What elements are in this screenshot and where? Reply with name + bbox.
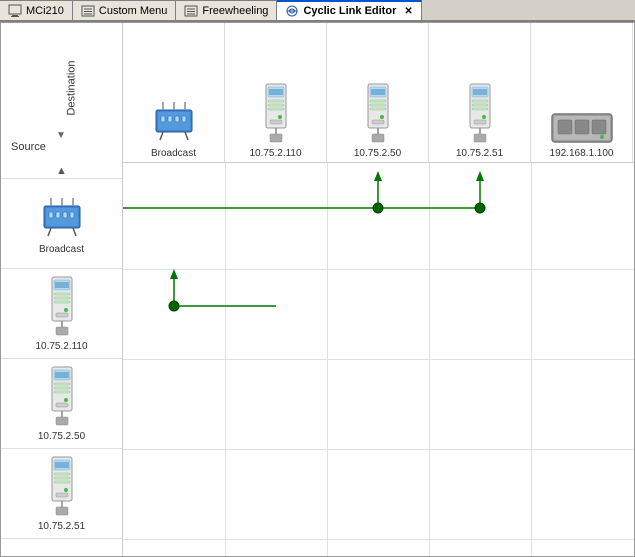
scroll-down-arrow[interactable]: ▼ [56, 130, 66, 141]
col-header-10.75.2.50: 10.75.2.50 [327, 23, 429, 162]
tab-bar: MCi210 Custom Menu [0, 0, 635, 22]
row-label-10.75.2.51-text: 10.75.2.51 [38, 521, 85, 532]
computer-icon [8, 4, 22, 18]
tab-freewheeling-label: Freewheeling [202, 5, 268, 17]
source-label: Source [11, 141, 46, 153]
server-10.75.2.50-icon [360, 82, 396, 148]
column-headers: Broadcast [123, 23, 633, 162]
row-label-10.75.2.110: 10.75.2.110 [1, 269, 122, 359]
corner-cell: Destination Source ▼ [1, 23, 123, 163]
destination-label: Destination [21, 33, 122, 143]
link-icon [285, 4, 299, 18]
broadcast-device-icon [148, 96, 200, 148]
scroll-up-arrow[interactable]: ▲ [1, 163, 122, 179]
col-header-10.75.2.51: 10.75.2.51 [429, 23, 531, 162]
menu-icon-2 [184, 4, 198, 18]
row-server-10.75.2.50-icon [44, 365, 80, 431]
matrix-area[interactable] [123, 163, 634, 556]
server-10.75.2.110-icon [258, 82, 294, 148]
tab-custom-menu[interactable]: Custom Menu [73, 0, 176, 20]
tab-cyclic-link-editor[interactable]: Cyclic Link Editor ✕ [277, 0, 421, 20]
row-server-10.75.2.110-icon [44, 275, 80, 341]
row-labels: ▲ Broa [1, 163, 123, 556]
row-label-10.75.2.110-text: 10.75.2.110 [35, 341, 87, 352]
tab-mci210[interactable]: MCi210 [0, 0, 73, 20]
col-header-broadcast: Broadcast [123, 23, 225, 162]
tab-cyclic-link-editor-label: Cyclic Link Editor [303, 5, 396, 17]
tab-custom-menu-label: Custom Menu [99, 5, 167, 17]
row-broadcast-icon [36, 192, 88, 244]
row-label-broadcast: Broadcast [1, 179, 122, 269]
col-label-10.75.2.110: 10.75.2.110 [249, 148, 301, 159]
col-label-10.75.2.50: 10.75.2.50 [354, 148, 401, 159]
row-server-10.75.2.51-icon [44, 455, 80, 521]
row-label-10.75.2.50: 10.75.2.50 [1, 359, 122, 449]
col-label-192.168.1.100: 192.168.1.100 [550, 148, 614, 159]
col-header-10.75.2.110: 10.75.2.110 [225, 23, 327, 162]
row-label-192.168.1.100: ▼ [1, 539, 122, 556]
bottom-section: ▲ Broa [1, 163, 634, 556]
tab-freewheeling[interactable]: Freewheeling [176, 0, 277, 20]
nas-192.168.1.100-icon [550, 104, 614, 148]
row-label-broadcast-text: Broadcast [39, 244, 84, 255]
col-label-broadcast: Broadcast [151, 148, 196, 159]
row-label-10.75.2.50-text: 10.75.2.50 [38, 431, 85, 442]
col-label-10.75.2.51: 10.75.2.51 [456, 148, 503, 159]
col-header-192.168.1.100: 192.168.1.100 [531, 23, 633, 162]
row-label-10.75.2.51: 10.75.2.51 [1, 449, 122, 539]
tab-mci210-label: MCi210 [26, 5, 64, 17]
server-10.75.2.51-icon [462, 82, 498, 148]
tab-close-button[interactable]: ✕ [404, 6, 412, 17]
menu-icon-1 [81, 4, 95, 18]
